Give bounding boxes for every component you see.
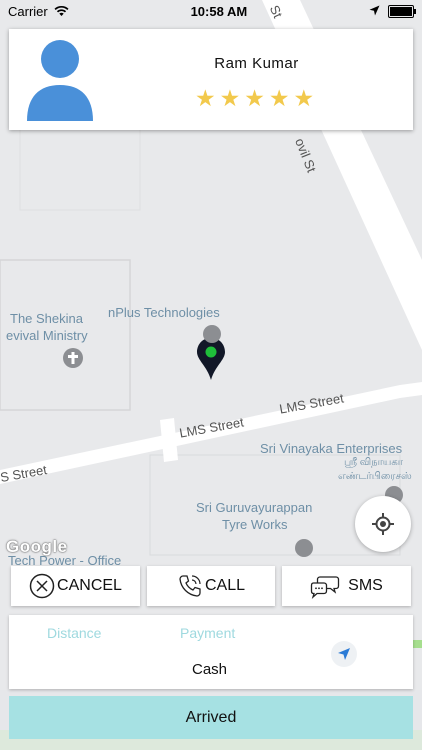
rating-stars: ★ ★ ★ ★ ★ [195, 87, 314, 110]
map-label-vinayaka: Sri Vinayaka Enterprises [260, 441, 403, 456]
star-icon: ★ [293, 85, 315, 111]
map-label-guru-1: Sri Guruvayurappan [196, 500, 313, 515]
navigate-button[interactable] [331, 641, 357, 667]
map-label-ministry-1: The Shekina [10, 311, 83, 326]
carrier-label: Carrier [8, 3, 48, 19]
battery-icon [388, 4, 416, 18]
user-avatar-icon [27, 40, 93, 121]
crosshair-icon [372, 513, 394, 535]
arrived-button[interactable]: Arrived [9, 696, 413, 739]
star-icon: ★ [244, 85, 265, 111]
phone-icon [179, 575, 201, 597]
status-bar: Carrier 10:58 AM [0, 0, 422, 22]
wifi-icon [54, 4, 69, 19]
map-label-tech: nPlus Technologies [108, 305, 220, 320]
google-logo: Google [6, 537, 68, 556]
star-icon: ★ [268, 85, 290, 111]
trip-info-panel: Distance Payment Cash [9, 615, 413, 689]
star-icon: ★ [219, 85, 241, 111]
location-arrow-icon [369, 4, 380, 19]
map-label-tamil-2: எண்டர்பிரைசஸ் [338, 471, 412, 482]
call-button[interactable]: CALL [147, 566, 275, 606]
store-poi-icon-2 [295, 539, 313, 557]
status-time: 10:58 AM [190, 3, 248, 19]
my-location-button[interactable] [355, 496, 411, 552]
church-poi-icon [63, 348, 83, 368]
map-label-tamil-1: ஸ்ரீ விநாயகா [344, 457, 403, 468]
sms-button[interactable]: SMS [282, 566, 411, 606]
arrived-label: Arrived [185, 708, 237, 726]
map-label-guru-2: Tyre Works [222, 517, 288, 532]
distance-label: Distance [47, 625, 102, 641]
cancel-label: CANCEL [57, 577, 122, 594]
driver-card: Ram Kumar ★ ★ ★ ★ ★ [9, 29, 413, 130]
driver-name: Ram Kumar [214, 55, 299, 72]
shop-poi-icon [203, 325, 221, 343]
avatar [25, 37, 95, 121]
payment-value: Cash [192, 661, 228, 678]
map-label-ministry-2: evival Ministry [6, 328, 88, 343]
cancel-button[interactable]: CANCEL [11, 566, 140, 606]
sms-label: SMS [348, 577, 383, 594]
chat-bubbles-icon [311, 576, 340, 599]
star-icon: ★ [195, 85, 216, 111]
cancel-circle-icon [29, 573, 55, 599]
navigation-arrow-icon [338, 648, 350, 660]
payment-label: Payment [180, 625, 236, 641]
call-label: CALL [204, 577, 246, 594]
